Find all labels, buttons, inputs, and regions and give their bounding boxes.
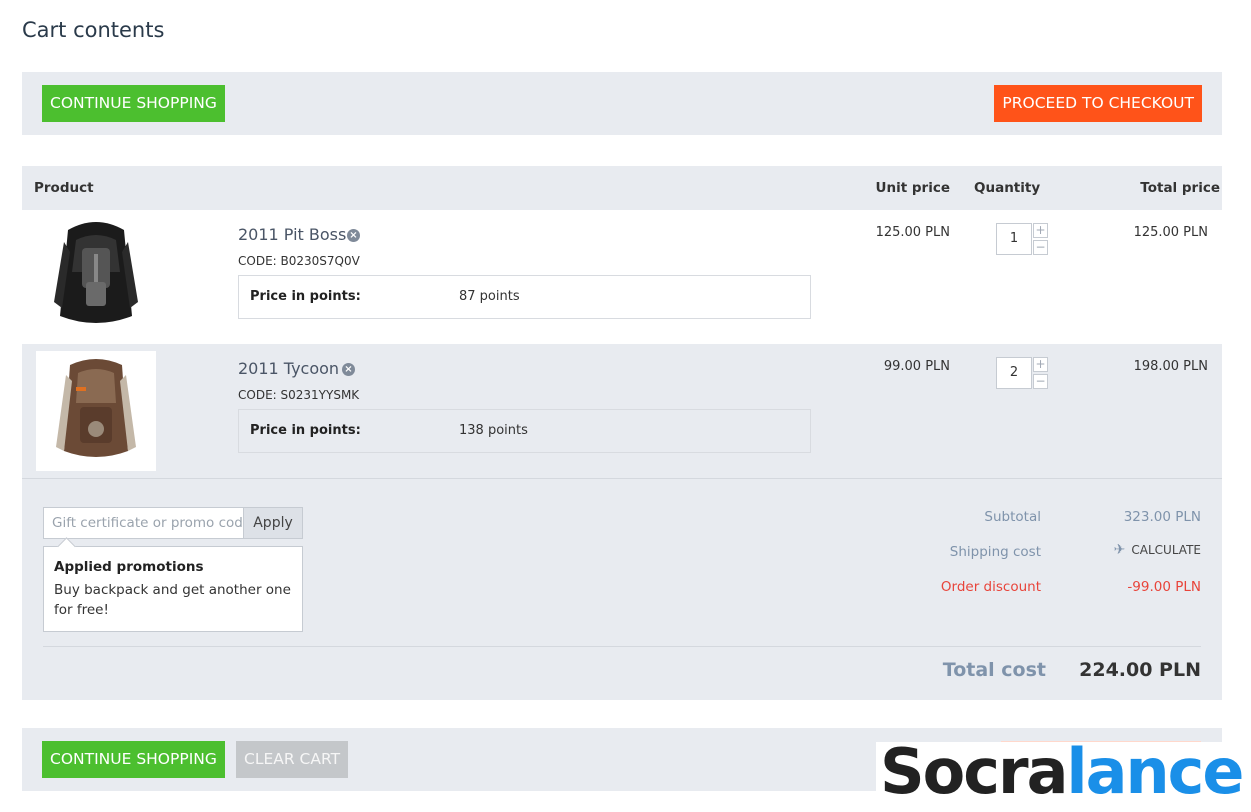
page-title: Cart contents (22, 18, 165, 42)
order-discount-label: Order discount (940, 579, 1041, 595)
product-image-tycoon[interactable] (36, 351, 156, 471)
cart-item-row: 2011 Pit Boss × CODE: B0230S7Q0V Price i… (22, 210, 1222, 344)
subtotal-value: 323.00 PLN (1123, 509, 1201, 525)
total-price-column-header: Total price (1140, 180, 1220, 196)
clear-cart-button[interactable]: CLEAR CART (236, 741, 349, 778)
quantity-column-header: Quantity (974, 180, 1041, 196)
cart-summary: Gift certificate or promo code Apply App… (22, 478, 1222, 700)
continue-shopping-button[interactable]: CONTINUE SHOPPING (42, 85, 225, 122)
unit-price-value: 125.00 PLN (875, 225, 950, 240)
price-in-points-value: 87 points (459, 289, 520, 304)
top-action-bar: CONTINUE SHOPPING PROCEED TO CHECKOUT (22, 72, 1222, 135)
product-code: CODE: B0230S7Q0V (238, 254, 360, 268)
order-discount-value: -99.00 PLN (1127, 579, 1201, 595)
shipping-cost-label: Shipping cost (949, 544, 1041, 560)
quantity-increase-button[interactable]: + (1033, 223, 1048, 238)
price-in-points-box: Price in points: 87 points (238, 275, 811, 319)
cart-table-header: Product Unit price Quantity Total price (22, 166, 1222, 210)
subtotal-label: Subtotal (984, 509, 1041, 525)
quantity-decrease-button[interactable]: − (1033, 240, 1048, 255)
product-name-link[interactable]: 2011 Tycoon (238, 359, 339, 378)
promo-code-input[interactable]: Gift certificate or promo code (43, 507, 244, 539)
calculate-shipping-link[interactable]: ✈ CALCULATE (1114, 542, 1201, 558)
watermark-text-blue: lance (1066, 735, 1244, 808)
price-in-points-label: Price in points: (250, 423, 361, 438)
price-in-points-label: Price in points: (250, 289, 361, 304)
proceed-to-checkout-button[interactable]: PROCEED TO CHECKOUT (994, 85, 1202, 122)
product-image-pit-boss[interactable] (36, 212, 156, 332)
total-cost-label: Total cost (942, 659, 1046, 681)
applied-promotions-box: Applied promotions Buy backpack and get … (43, 546, 303, 632)
applied-promotions-title: Applied promotions (54, 559, 204, 575)
quantity-increase-button[interactable]: + (1033, 357, 1048, 372)
quantity-input[interactable]: 2 (996, 357, 1032, 389)
item-total-price: 125.00 PLN (1133, 225, 1208, 240)
product-code: CODE: S0231YYSMK (238, 388, 360, 402)
apply-promo-button[interactable]: Apply (243, 507, 303, 539)
product-column-header: Product (34, 180, 94, 196)
remove-item-icon[interactable]: × (347, 229, 360, 242)
total-cost-value: 224.00 PLN (1079, 659, 1201, 681)
quantity-decrease-button[interactable]: − (1033, 374, 1048, 389)
quantity-input[interactable]: 1 (996, 223, 1032, 255)
calculate-shipping-label: CALCULATE (1131, 543, 1201, 557)
applied-promotion-description: Buy backpack and get another one for fre… (54, 582, 291, 618)
cart-item-row: 2011 Tycoon × CODE: S0231YYSMK Price in … (22, 344, 1222, 478)
price-in-points-box: Price in points: 138 points (238, 409, 811, 453)
continue-shopping-button[interactable]: CONTINUE SHOPPING (42, 741, 225, 778)
unit-price-value: 99.00 PLN (883, 359, 950, 374)
watermark-text-dark: Socra (880, 735, 1068, 808)
product-name-link[interactable]: 2011 Pit Boss (238, 225, 346, 244)
socralance-watermark-logo: Socralance (880, 735, 1244, 808)
unit-price-column-header: Unit price (875, 180, 950, 196)
airplane-icon: ✈ (1113, 542, 1126, 558)
price-in-points-value: 138 points (459, 423, 528, 438)
remove-item-icon[interactable]: × (342, 363, 355, 376)
summary-divider (43, 646, 1201, 647)
item-total-price: 198.00 PLN (1133, 359, 1208, 374)
